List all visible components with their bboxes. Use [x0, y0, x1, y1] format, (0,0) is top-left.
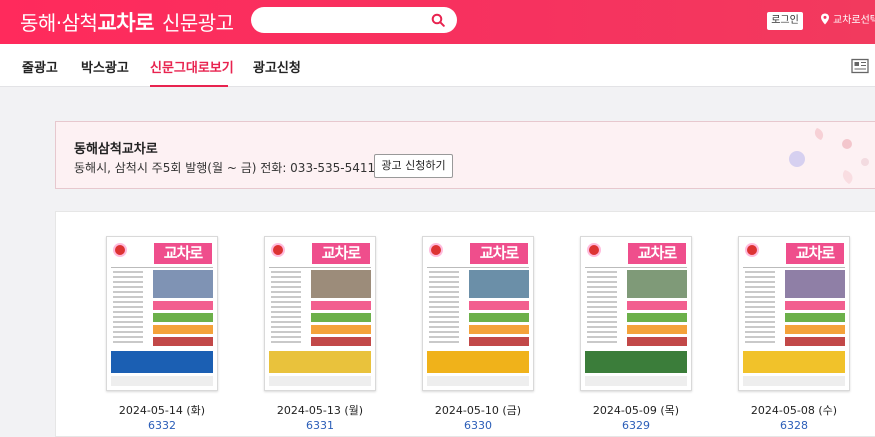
- main-nav: 줄광고 박스광고 신문그대로보기 광고신청: [0, 44, 875, 87]
- tab-box-ads[interactable]: 박스광고: [81, 57, 129, 76]
- publisher-description: 동해시, 삼척시 주5회 발행(월 ~ 금) 전화: 033-535-5411: [74, 161, 376, 175]
- issue-number-link[interactable]: 6328: [738, 419, 850, 432]
- issue-date: 2024-05-10 (금): [434, 404, 522, 417]
- issue-banner: [427, 351, 529, 373]
- masthead: 교차로: [470, 243, 528, 264]
- search-icon[interactable]: [431, 13, 445, 27]
- issue-number-link[interactable]: 6329: [580, 419, 692, 432]
- issue-number-link[interactable]: 6331: [264, 419, 376, 432]
- emblem-icon: [587, 243, 601, 257]
- newspaper-thumbnail[interactable]: 교차로: [106, 236, 218, 391]
- newspaper-thumbnail[interactable]: 교차로: [264, 236, 376, 391]
- issue-banner: [585, 351, 687, 373]
- issue-number-link[interactable]: 6330: [422, 419, 534, 432]
- issue-banner: [743, 351, 845, 373]
- newspaper-thumbnail[interactable]: 교차로: [580, 236, 692, 391]
- issue-date: 2024-05-14 (화): [118, 404, 206, 417]
- publisher-title: 동해삼척교차로: [74, 142, 158, 157]
- tab-newspaper-view[interactable]: 신문그대로보기: [150, 57, 234, 76]
- brand-prefix: 동해·삼척: [20, 11, 98, 35]
- decorative-petals-icon: [789, 128, 869, 184]
- emblem-icon: [429, 243, 443, 257]
- issue-date: 2024-05-08 (수): [750, 404, 838, 417]
- masthead: 교차로: [628, 243, 686, 264]
- newspaper-list-icon[interactable]: [851, 58, 869, 74]
- emblem-icon: [271, 243, 285, 257]
- issue-banner: [269, 351, 371, 373]
- issue-date: 2024-05-09 (목): [592, 404, 680, 417]
- masthead: 교차로: [312, 243, 370, 264]
- newspaper-item[interactable]: 교차로 2024-05-14 (화) 6332: [106, 236, 218, 432]
- publisher-info-card: 동해삼척교차로 동해시, 삼척시 주5회 발행(월 ~ 금) 전화: 033-5…: [55, 121, 875, 189]
- masthead: 교차로: [786, 243, 844, 264]
- active-tab-indicator: [150, 85, 228, 87]
- location-pin-icon: [821, 13, 829, 25]
- brand-suffix: 신문광고: [161, 11, 234, 35]
- login-button[interactable]: 로그인: [767, 12, 803, 30]
- brand-strong: 교차로: [97, 11, 154, 35]
- issue-banner: [111, 351, 213, 373]
- newspaper-thumbnail[interactable]: 교차로: [738, 236, 850, 391]
- top-header: 동해·삼척교차로 신문광고 로그인 교차로선택: [0, 0, 875, 44]
- region-label: 교차로선택: [833, 15, 875, 26]
- emblem-icon: [113, 243, 127, 257]
- newspaper-thumbnail[interactable]: 교차로: [422, 236, 534, 391]
- issue-number-link[interactable]: 6332: [106, 419, 218, 432]
- newspaper-item[interactable]: 교차로 2024-05-13 (월) 6331: [264, 236, 376, 432]
- apply-ad-button[interactable]: 광고 신청하기: [374, 154, 453, 178]
- issue-date: 2024-05-13 (월): [276, 404, 364, 417]
- tab-line-ads[interactable]: 줄광고: [22, 57, 58, 76]
- region-selector[interactable]: 교차로선택: [820, 12, 875, 30]
- newspaper-list: 교차로 2024-05-14 (화) 6332 교차로 2024-05-13 (…: [55, 211, 875, 437]
- masthead: 교차로: [154, 243, 212, 264]
- emblem-icon: [745, 243, 759, 257]
- search-input[interactable]: [251, 7, 457, 33]
- newspaper-item[interactable]: 교차로 2024-05-08 (수) 6328: [738, 236, 850, 432]
- tab-ad-request[interactable]: 광고신청: [253, 57, 301, 76]
- newspaper-item[interactable]: 교차로 2024-05-09 (목) 6329: [580, 236, 692, 432]
- newspaper-item[interactable]: 교차로 2024-05-10 (금) 6330: [422, 236, 534, 432]
- site-logo[interactable]: 동해·삼척교차로 신문광고: [20, 7, 234, 37]
